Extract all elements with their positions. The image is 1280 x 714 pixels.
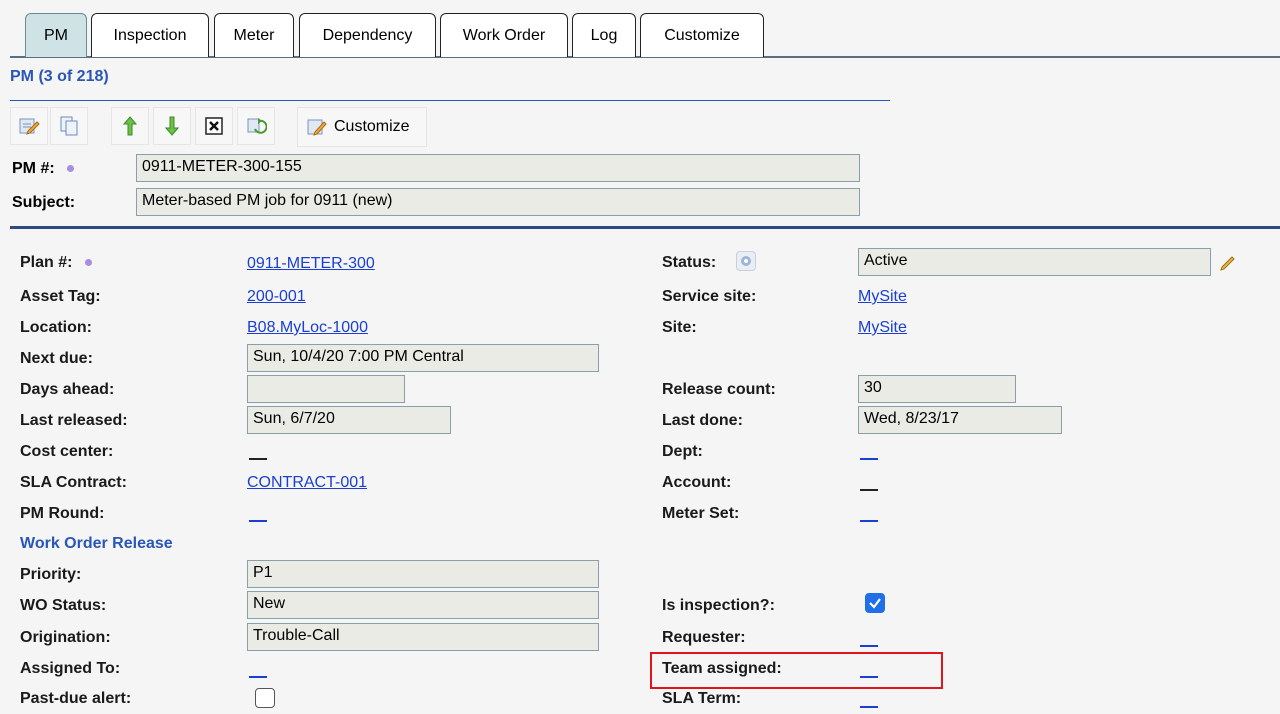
sla-term-label: SLA Term:	[662, 690, 742, 707]
sla-contract-label: SLA Contract:	[20, 474, 127, 491]
site-label: Site:	[662, 319, 697, 336]
requester-link[interactable]	[860, 645, 878, 647]
service-site-label: Service site:	[662, 288, 757, 305]
location-link[interactable]: B08.MyLoc-1000	[247, 319, 368, 337]
origination-field[interactable]: Trouble-Call	[247, 623, 599, 651]
days-ahead-field[interactable]	[247, 375, 405, 403]
requester-label: Requester:	[662, 629, 746, 646]
checkmark-icon	[869, 598, 881, 609]
next-due-field[interactable]: Sun, 10/4/20 7:00 PM Central	[247, 344, 599, 372]
subject-label: Subject:	[12, 194, 76, 211]
tab-work-order[interactable]: Work Order	[440, 13, 568, 57]
edit-icon	[19, 118, 40, 135]
past-due-alert-label: Past-due alert:	[20, 690, 132, 707]
move-down-button[interactable]	[153, 107, 191, 145]
is-inspection-checkbox[interactable]	[865, 593, 885, 613]
info-icon	[741, 256, 751, 266]
plan-link[interactable]: 0911-METER-300	[247, 255, 375, 273]
copy-icon	[60, 116, 78, 136]
tab-inspection[interactable]: Inspection	[91, 13, 209, 57]
asset-tag-link[interactable]: 200-001	[247, 288, 306, 306]
arrow-up-icon	[122, 116, 138, 136]
tab-log[interactable]: Log	[572, 13, 636, 57]
assigned-to-link[interactable]	[249, 676, 267, 678]
section-divider	[10, 226, 1280, 229]
status-info-icon[interactable]	[736, 251, 756, 271]
last-released-field[interactable]: Sun, 6/7/20	[247, 406, 451, 434]
plan-label-text: Plan #:	[20, 254, 73, 271]
last-done-field[interactable]: Wed, 8/23/17	[858, 406, 1062, 434]
meter-set-label: Meter Set:	[662, 505, 740, 522]
required-dot-icon	[84, 259, 92, 267]
account-empty-value	[860, 489, 878, 491]
close-box-icon	[205, 117, 223, 135]
sla-term-link[interactable]	[860, 706, 878, 708]
team-assigned-highlight-box	[650, 652, 943, 689]
edit-button[interactable]	[10, 107, 48, 145]
pencil-icon[interactable]	[1218, 252, 1238, 272]
wo-status-field[interactable]: New	[247, 591, 599, 619]
subject-field[interactable]: Meter-based PM job for 0911 (new)	[136, 188, 860, 216]
cost-center-empty-value	[249, 458, 267, 460]
tab-dependency[interactable]: Dependency	[299, 13, 436, 57]
pm-round-link[interactable]	[249, 520, 267, 522]
site-link[interactable]: MySite	[858, 319, 907, 337]
cost-center-label: Cost center:	[20, 443, 114, 460]
release-count-label: Release count:	[662, 381, 776, 398]
pm-round-label: PM Round:	[20, 505, 105, 522]
plan-label: Plan #:	[20, 254, 92, 272]
pm-number-label-text: PM #:	[12, 160, 55, 177]
past-due-alert-checkbox[interactable]	[255, 688, 275, 708]
dept-label: Dept:	[662, 443, 703, 460]
status-label: Status:	[662, 254, 717, 271]
status-field[interactable]: Active	[858, 248, 1211, 276]
pm-number-label: PM #:	[12, 160, 75, 178]
is-inspection-label: Is inspection?:	[662, 597, 775, 614]
meter-set-link[interactable]	[860, 520, 878, 522]
service-site-link[interactable]: MySite	[858, 288, 907, 306]
customize-label: Customize	[334, 118, 410, 135]
wo-status-label: WO Status:	[20, 597, 107, 614]
move-up-button[interactable]	[111, 107, 149, 145]
assigned-to-label: Assigned To:	[20, 660, 121, 677]
work-order-release-heading: Work Order Release	[20, 535, 173, 552]
priority-label: Priority:	[20, 566, 82, 583]
last-done-label: Last done:	[662, 412, 743, 429]
customize-icon	[307, 119, 327, 136]
tab-pm[interactable]: PM	[25, 13, 87, 57]
delete-button[interactable]	[195, 107, 233, 145]
tab-meter[interactable]: Meter	[214, 13, 294, 57]
sla-contract-link[interactable]: CONTRACT-001	[247, 474, 367, 492]
next-due-label: Next due:	[20, 350, 93, 367]
required-dot-icon	[67, 165, 75, 173]
copy-button[interactable]	[50, 107, 88, 145]
refresh-button[interactable]	[237, 107, 275, 145]
dept-link[interactable]	[860, 458, 878, 460]
last-released-label: Last released:	[20, 412, 128, 429]
origination-label: Origination:	[20, 629, 111, 646]
pm-number-field[interactable]: 0911-METER-300-155	[136, 154, 860, 182]
location-label: Location:	[20, 319, 92, 336]
arrow-down-icon	[164, 116, 180, 136]
account-label: Account:	[662, 474, 732, 491]
title-underline	[10, 100, 890, 101]
release-count-field[interactable]: 30	[858, 375, 1016, 403]
record-title: PM (3 of 218)	[10, 68, 109, 85]
refresh-icon	[247, 118, 267, 134]
customize-button[interactable]: Customize	[297, 107, 427, 147]
priority-field[interactable]: P1	[247, 560, 599, 588]
tab-customize[interactable]: Customize	[640, 13, 764, 57]
asset-tag-label: Asset Tag:	[20, 288, 101, 305]
days-ahead-label: Days ahead:	[20, 381, 115, 398]
